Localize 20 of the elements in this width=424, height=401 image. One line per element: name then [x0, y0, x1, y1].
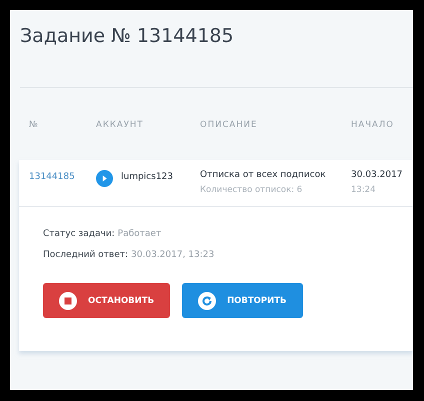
column-header: №: [29, 120, 40, 132]
start-time: 13:24: [351, 185, 376, 195]
page-title: Задание № 13144185: [19, 24, 235, 49]
detail-value: Работает: [118, 229, 162, 239]
task-id-link[interactable]: 13144185: [29, 170, 96, 206]
stop-icon: [58, 290, 78, 310]
play-icon: [96, 170, 113, 187]
column-header: ОПИСАНИЕ: [200, 120, 258, 132]
task-detail: Количество отписок: 6: [200, 185, 304, 195]
start-date: 30.03.2017: [351, 170, 404, 180]
account-name: lumpics123: [121, 171, 174, 182]
column-header: АККАУНТ: [96, 120, 144, 132]
detail-label: Последний ответ:: [43, 250, 128, 260]
detail-value: 30.03.2017, 13:23: [131, 250, 214, 260]
refresh-icon: [197, 290, 218, 310]
column-header: НАЧАЛО: [351, 120, 395, 132]
repeat-button[interactable]: ПОВТОРИТЬ: [182, 283, 303, 318]
task-description: Отписка от всех подписок: [200, 170, 327, 180]
detail-label: Статус задачи:: [43, 229, 115, 239]
stop-button[interactable]: ОСТАНОВИТЬ: [43, 283, 170, 318]
